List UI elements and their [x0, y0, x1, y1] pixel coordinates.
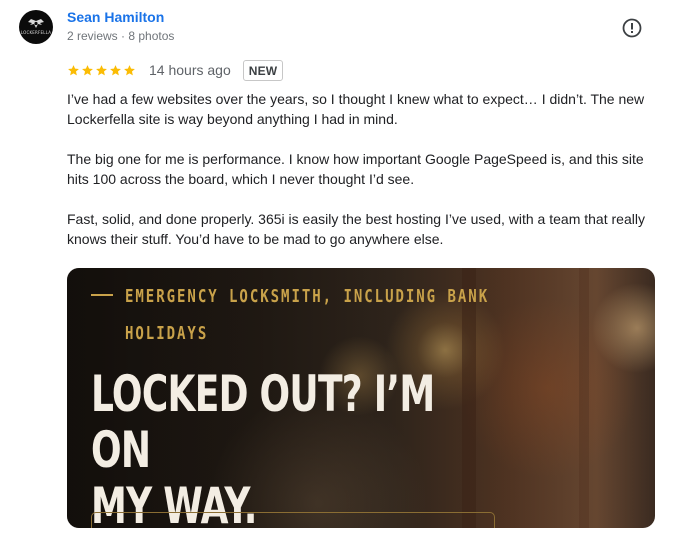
star-icon: [68, 64, 79, 75]
photo-eyebrow-text: EMERGENCY LOCKSMITH, INCLUDING BANK HOLI…: [125, 286, 490, 344]
photo-headline: LOCKED OUT? I’M ON MY WAY.: [91, 365, 435, 528]
avatar[interactable]: LOCKERFELLA: [19, 10, 53, 44]
exclamation-circle-icon: [622, 18, 642, 38]
star-icon: [110, 64, 121, 75]
review-text: I’ve had a few websites over the years, …: [67, 89, 667, 269]
star-rating: [67, 64, 136, 77]
review-paragraph: I’ve had a few websites over the years, …: [67, 91, 645, 127]
report-button[interactable]: [621, 17, 643, 39]
winged-logo-icon: [28, 19, 44, 28]
review-photo[interactable]: EMERGENCY LOCKSMITH, INCLUDING BANK HOLI…: [67, 268, 655, 528]
eyebrow-dash: [91, 294, 113, 296]
rating-row: 14 hours ago NEW: [67, 59, 284, 81]
avatar-logo-text: LOCKERFELLA: [20, 30, 52, 35]
star-icon: [124, 64, 135, 75]
photo-cta-box: [91, 512, 495, 528]
reviewer-meta: 2 reviews · 8 photos: [67, 29, 175, 43]
star-icon: [96, 64, 107, 75]
star-icon: [82, 64, 93, 75]
review-paragraph: Fast, solid, and done properly. 365i is …: [67, 211, 645, 247]
review-time: 14 hours ago: [149, 62, 231, 78]
review-paragraph: The big one for me is performance. I kno…: [67, 151, 644, 187]
new-badge: NEW: [242, 59, 284, 81]
reviewer-name[interactable]: Sean Hamilton: [67, 9, 164, 25]
